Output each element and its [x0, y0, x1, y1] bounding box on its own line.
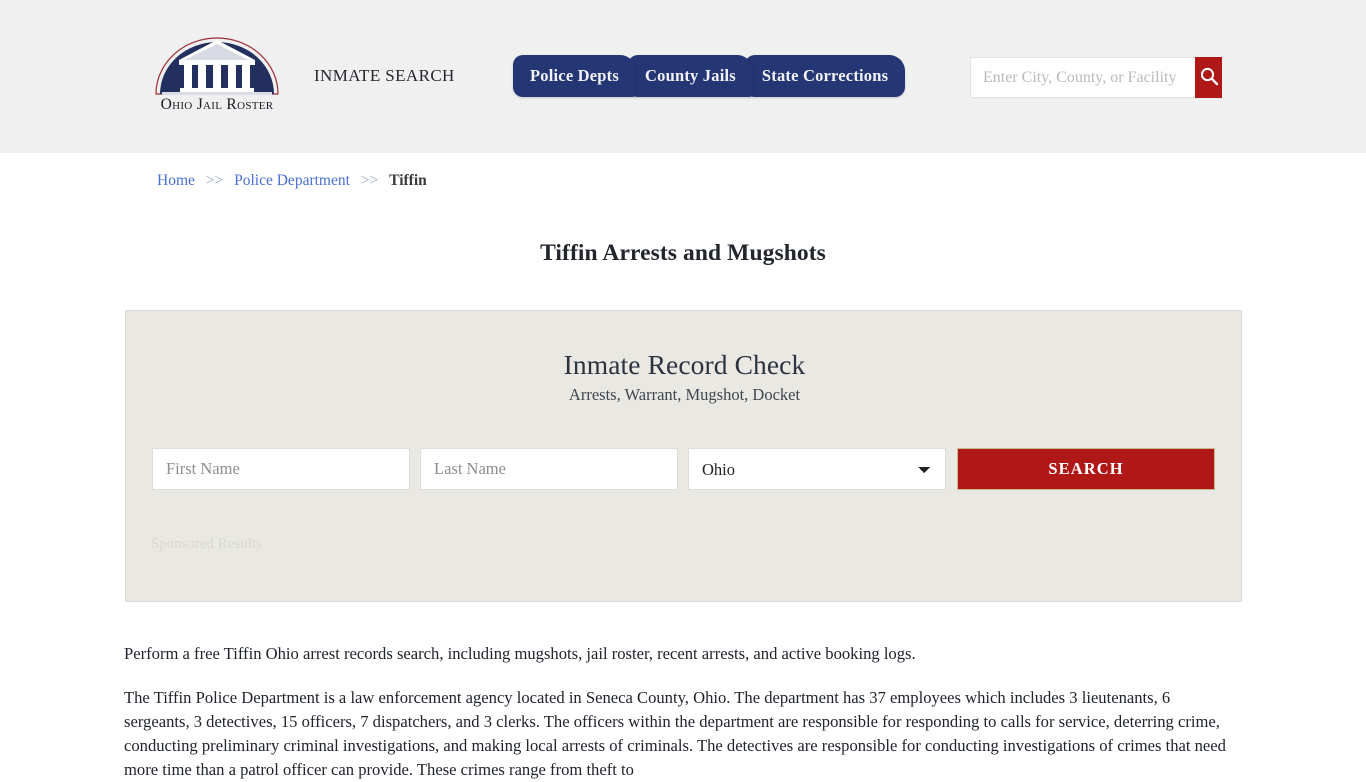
last-name-input[interactable]: [420, 448, 678, 490]
breadcrumb-separator: >>: [361, 172, 378, 189]
sponsored-results-label: Sponsored Results: [151, 536, 262, 553]
search-icon: [1199, 66, 1219, 89]
first-name-input[interactable]: [152, 448, 410, 490]
site-logo[interactable]: Ohio Jail Roster: [152, 28, 282, 124]
inmate-record-check-card: Inmate Record Check Arrests, Warrant, Mu…: [125, 310, 1242, 602]
breadcrumb-current: Tiffin: [389, 172, 427, 189]
breadcrumb-link-home[interactable]: Home: [157, 172, 195, 189]
search-submit-button[interactable]: SEARCH: [957, 448, 1215, 490]
main-navigation: Police Depts County Jails State Correcti…: [513, 55, 897, 97]
logo-wordmark: Ohio Jail Roster: [152, 96, 282, 114]
breadcrumb: Home >> Police Department >> Tiffin: [157, 172, 427, 190]
card-subtitle: Arrests, Warrant, Mugshot, Docket: [126, 385, 1243, 405]
page-title: Tiffin Arrests and Mugshots: [0, 240, 1366, 267]
header-inner: Ohio Jail Roster INMATE SEARCH Police De…: [0, 0, 1366, 153]
nav-tab-police-depts[interactable]: Police Depts: [513, 55, 636, 97]
inmate-search-form: Ohio SEARCH: [152, 448, 1216, 490]
paragraph-intro: Perform a free Tiffin Ohio arrest record…: [124, 642, 1236, 666]
nav-tab-state-corrections[interactable]: State Corrections: [745, 55, 905, 97]
article-body: Perform a free Tiffin Ohio arrest record…: [124, 642, 1236, 782]
card-title: Inmate Record Check: [126, 349, 1243, 381]
header-search-button[interactable]: [1195, 57, 1222, 98]
state-select[interactable]: Ohio: [688, 448, 946, 490]
header-tagline: INMATE SEARCH: [314, 66, 455, 86]
breadcrumb-separator: >>: [206, 172, 223, 189]
courthouse-dome-icon: [152, 28, 282, 98]
header-search: [970, 57, 1222, 98]
breadcrumb-link-police-department[interactable]: Police Department: [234, 172, 350, 189]
header-search-input[interactable]: [970, 57, 1195, 98]
nav-tab-county-jails[interactable]: County Jails: [628, 55, 753, 97]
site-header: Ohio Jail Roster INMATE SEARCH Police De…: [0, 0, 1366, 153]
